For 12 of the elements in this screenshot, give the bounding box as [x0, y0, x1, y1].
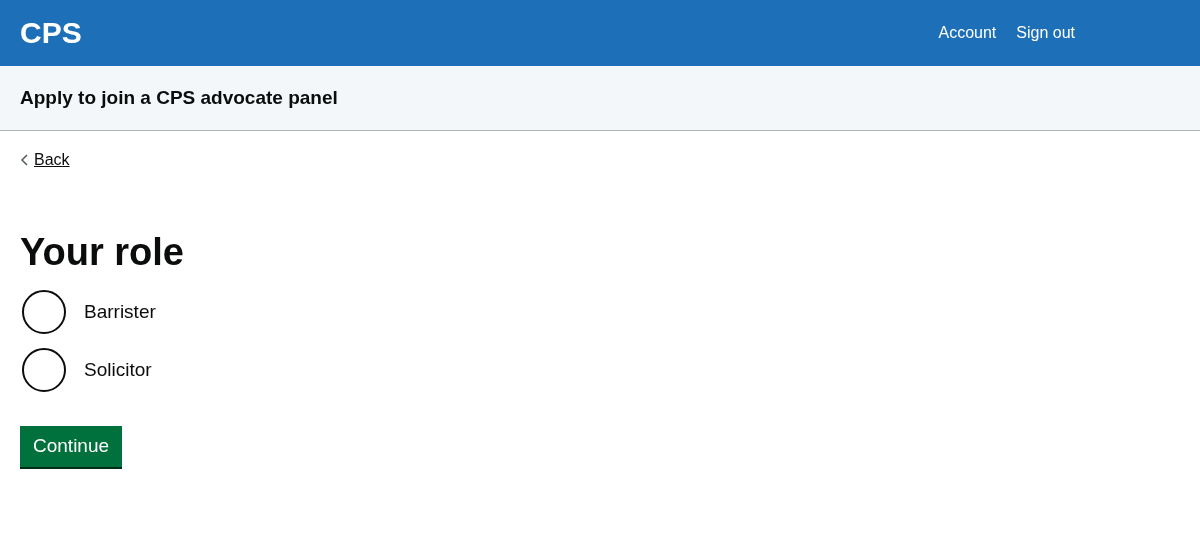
radio-button[interactable]: [22, 290, 66, 334]
radio-button[interactable]: [22, 348, 66, 392]
radio-label[interactable]: Solicitor: [84, 359, 152, 381]
service-title: Apply to join a CPS advocate panel: [20, 87, 338, 109]
back-link[interactable]: Back: [34, 151, 70, 169]
continue-button[interactable]: Continue: [20, 426, 123, 467]
header-link[interactable]: Account: [938, 24, 997, 42]
header-link[interactable]: Sign out: [1016, 24, 1075, 42]
chevron-left-icon: [20, 154, 28, 166]
radio-label[interactable]: Barrister: [84, 301, 156, 323]
logo[interactable]: CPS: [20, 16, 82, 50]
page-heading: Your role: [20, 231, 185, 274]
